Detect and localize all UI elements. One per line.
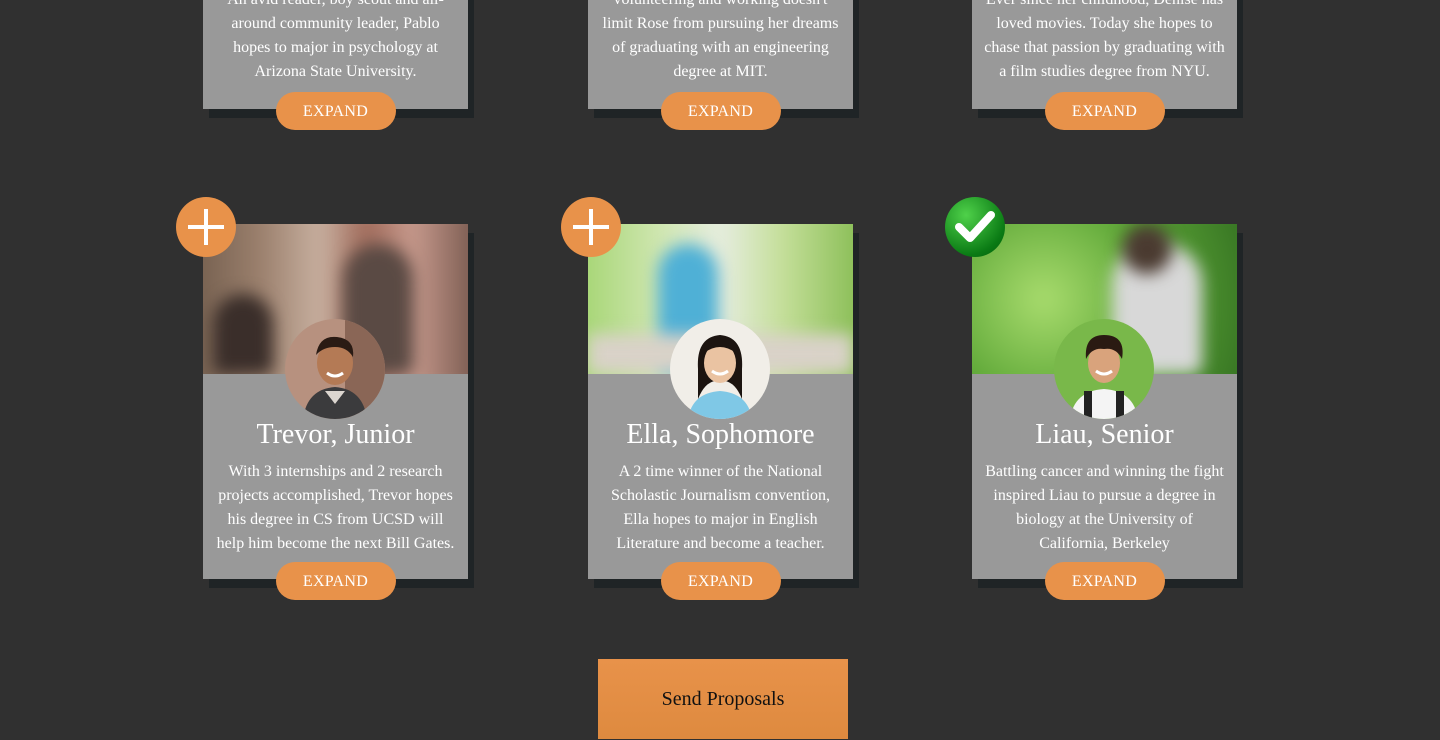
add-student-button[interactable] [176, 197, 236, 257]
student-card-denise: Ever since her childhood, Denise has lov… [972, 0, 1237, 130]
student-description: With 3 internships and 2 research projec… [216, 463, 455, 552]
expand-button[interactable]: EXPAND [275, 562, 396, 600]
student-card-rose: volunteering and working doesn't limit R… [588, 0, 853, 130]
student-card-trevor: Trevor, Junior With 3 internships and 2 … [176, 197, 468, 600]
plus-icon [188, 209, 224, 245]
student-description: Battling cancer and winning the fight in… [985, 463, 1224, 552]
student-avatar [670, 319, 770, 419]
student-card-liau: Liau, Senior Battling cancer and winning… [945, 197, 1237, 600]
student-card-ella: Ella, Sophomore A 2 time winner of the N… [561, 197, 853, 600]
send-proposals-button[interactable]: Send Proposals [598, 659, 848, 739]
student-name: Ella, Sophomore [626, 419, 815, 450]
selected-student-button[interactable] [945, 197, 1005, 257]
expand-button[interactable]: EXPAND [275, 92, 396, 130]
checkmark-icon [955, 211, 995, 242]
student-description: A 2 time winner of the National Scholast… [610, 463, 831, 552]
student-name: Trevor, Junior [256, 419, 415, 450]
student-avatar [285, 319, 385, 419]
add-student-button[interactable] [561, 197, 621, 257]
student-description: An avid reader, boy scout and all-around… [227, 0, 444, 80]
expand-button[interactable]: EXPAND [1044, 562, 1165, 600]
expand-button[interactable]: EXPAND [1044, 92, 1165, 130]
student-avatar [1054, 319, 1154, 419]
student-card-pablo: An avid reader, boy scout and all-around… [203, 0, 468, 130]
plus-icon [573, 209, 609, 245]
expand-button[interactable]: EXPAND [660, 562, 781, 600]
student-description: Ever since her childhood, Denise has lov… [984, 0, 1225, 80]
expand-button[interactable]: EXPAND [660, 92, 781, 130]
student-name: Liau, Senior [1035, 419, 1174, 450]
student-description: volunteering and working doesn't limit R… [602, 0, 839, 80]
